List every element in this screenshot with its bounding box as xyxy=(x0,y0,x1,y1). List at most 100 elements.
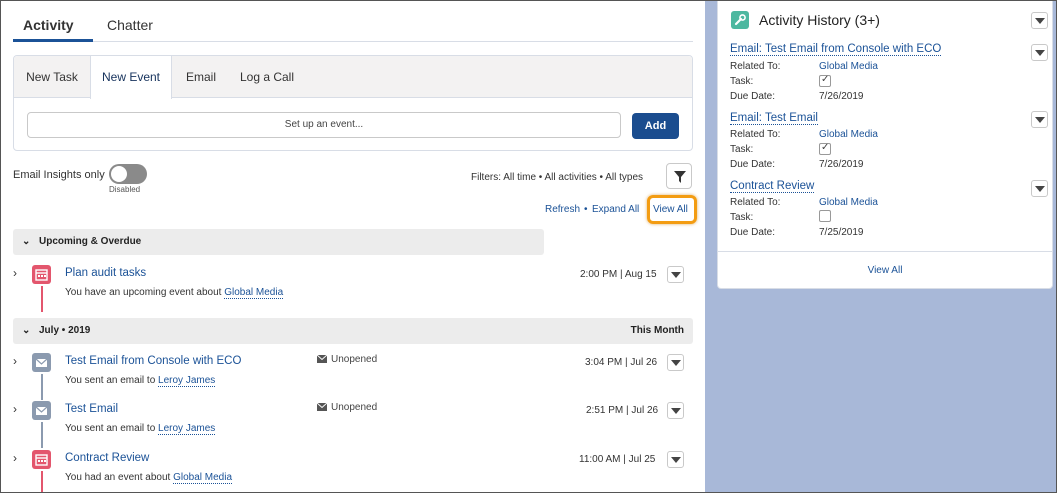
due-date-value: 7/25/2019 xyxy=(819,227,864,238)
related-to-label: Related To: xyxy=(730,197,781,208)
refresh-link[interactable]: Refresh xyxy=(545,204,580,215)
section-period: This Month xyxy=(630,325,684,336)
email-status: Unopened xyxy=(316,354,378,365)
activity-title[interactable]: Plan audit tasks xyxy=(65,267,146,279)
email-insights-label: Email Insights only xyxy=(13,169,105,181)
related-record-link[interactable]: Leroy James xyxy=(158,423,216,435)
history-item-title[interactable]: Contract Review xyxy=(730,180,815,193)
history-item-menu-button[interactable] xyxy=(1031,180,1048,197)
activity-history-card: Activity History (3+) Email: Test Email … xyxy=(717,1,1053,289)
subtitle-text: You sent an email to xyxy=(65,423,156,434)
subtitle-text: You had an event about xyxy=(65,472,171,483)
history-item-menu-button[interactable] xyxy=(1031,111,1048,128)
task-label: Task: xyxy=(730,144,754,155)
related-to-label: Related To: xyxy=(730,129,781,140)
activity-title[interactable]: Test Email xyxy=(65,403,118,415)
activity-subtitle: You sent an email to Leroy James xyxy=(65,423,216,435)
timeline-line xyxy=(41,471,43,492)
related-record-link[interactable]: Global Media xyxy=(224,287,284,299)
filters-summary: Filters: All time • All activities • All… xyxy=(471,172,644,183)
screenshot-frame: Activity Chatter New Task New Event Emai… xyxy=(0,0,1057,493)
related-record-link[interactable]: Leroy James xyxy=(158,375,216,387)
task-label: Task: xyxy=(730,76,754,87)
filter-icon xyxy=(674,171,686,183)
tab-chatter[interactable]: Chatter xyxy=(107,17,153,33)
activity-time: 3:04 PM | Jul 26 xyxy=(585,357,658,368)
calendar-icon xyxy=(32,450,51,469)
email-status: Unopened xyxy=(316,402,378,413)
toggle-knob xyxy=(111,166,127,182)
subtitle-text: You sent an email to xyxy=(65,375,156,386)
toggle-state-label: Disabled xyxy=(109,185,141,194)
due-date-label: Due Date: xyxy=(730,159,776,170)
expand-all-link[interactable]: Expand All xyxy=(592,204,639,215)
section-upcoming-overdue[interactable]: ⌄ Upcoming & Overdue xyxy=(13,229,544,255)
related-to-link[interactable]: Global Media xyxy=(819,197,878,208)
event-input[interactable]: Set up an event... xyxy=(27,112,621,138)
activity-tabs: Activity Chatter xyxy=(13,9,693,42)
due-date-label: Due Date: xyxy=(730,91,776,102)
history-item-menu-button[interactable] xyxy=(1031,44,1048,61)
timeline-line xyxy=(41,422,43,448)
subtab-email[interactable]: Email xyxy=(172,56,230,98)
composer-subtabs: New Task New Event Email Log a Call xyxy=(14,56,692,99)
add-button[interactable]: Add xyxy=(632,113,679,139)
card-title: Activity History (3+) xyxy=(759,12,880,28)
expand-row-chevron-icon[interactable]: › xyxy=(13,354,17,368)
tab-activity[interactable]: Activity xyxy=(23,17,74,33)
due-date-value: 7/26/2019 xyxy=(819,159,864,170)
chevron-down-icon: ⌄ xyxy=(22,325,31,336)
link-separator: • xyxy=(584,204,588,215)
activity-title[interactable]: Contract Review xyxy=(65,452,149,464)
expand-row-chevron-icon[interactable]: › xyxy=(13,402,17,416)
due-date-label: Due Date: xyxy=(730,227,776,238)
card-menu-button[interactable] xyxy=(1031,12,1048,29)
timeline-line xyxy=(41,374,43,400)
email-icon xyxy=(32,353,51,372)
row-menu-button[interactable] xyxy=(667,354,684,371)
history-view-all-link[interactable]: View All xyxy=(718,265,1052,276)
row-menu-button[interactable] xyxy=(667,402,684,419)
chevron-down-icon: ⌄ xyxy=(22,236,31,247)
due-date-value: 7/26/2019 xyxy=(819,91,864,102)
activity-title[interactable]: Test Email from Console with ECO xyxy=(65,355,241,367)
activity-subtitle: You sent an email to Leroy James xyxy=(65,375,216,387)
email-icon xyxy=(32,401,51,420)
activity-subtitle: You have an upcoming event about Global … xyxy=(65,287,284,299)
timeline-line xyxy=(41,286,43,312)
expand-row-chevron-icon[interactable]: › xyxy=(13,266,17,280)
email-status-text: Unopened xyxy=(331,402,378,413)
history-item-title[interactable]: Email: Test Email from Console with ECO xyxy=(730,43,942,56)
row-menu-button[interactable] xyxy=(667,266,684,283)
section-title: July • 2019 xyxy=(39,325,91,336)
related-to-label: Related To: xyxy=(730,61,781,72)
filter-button[interactable] xyxy=(666,163,692,189)
section-title: Upcoming & Overdue xyxy=(39,236,142,247)
activity-subtitle: You had an event about Global Media xyxy=(65,472,232,484)
task-label: Task: xyxy=(730,212,754,223)
activity-panel: Activity Chatter New Task New Event Emai… xyxy=(1,1,705,492)
activity-time: 2:51 PM | Jul 26 xyxy=(586,405,659,416)
activity-composer: New Task New Event Email Log a Call Set … xyxy=(13,55,693,151)
envelope-icon xyxy=(316,402,328,411)
task-checkbox xyxy=(819,210,831,222)
history-item-title[interactable]: Email: Test Email xyxy=(730,112,818,125)
activity-time: 2:00 PM | Aug 15 xyxy=(580,269,657,280)
related-record-link[interactable]: Global Media xyxy=(173,472,232,484)
task-checkbox xyxy=(819,74,831,87)
active-tab-indicator xyxy=(13,39,93,42)
subtab-new-event[interactable]: New Event xyxy=(90,56,172,99)
calendar-icon xyxy=(32,265,51,284)
subtab-log-a-call[interactable]: Log a Call xyxy=(230,56,304,98)
row-menu-button[interactable] xyxy=(667,451,684,468)
wrench-icon xyxy=(731,11,749,29)
related-to-link[interactable]: Global Media xyxy=(819,129,878,140)
email-insights-toggle[interactable] xyxy=(109,164,147,184)
envelope-icon xyxy=(316,354,328,363)
email-status-text: Unopened xyxy=(331,354,378,365)
expand-row-chevron-icon[interactable]: › xyxy=(13,451,17,465)
section-july-2019[interactable]: ⌄ July • 2019 This Month xyxy=(13,318,693,344)
subtab-new-task[interactable]: New Task xyxy=(14,56,90,98)
subtitle-text: You have an upcoming event about xyxy=(65,287,222,298)
related-to-link[interactable]: Global Media xyxy=(819,61,878,72)
